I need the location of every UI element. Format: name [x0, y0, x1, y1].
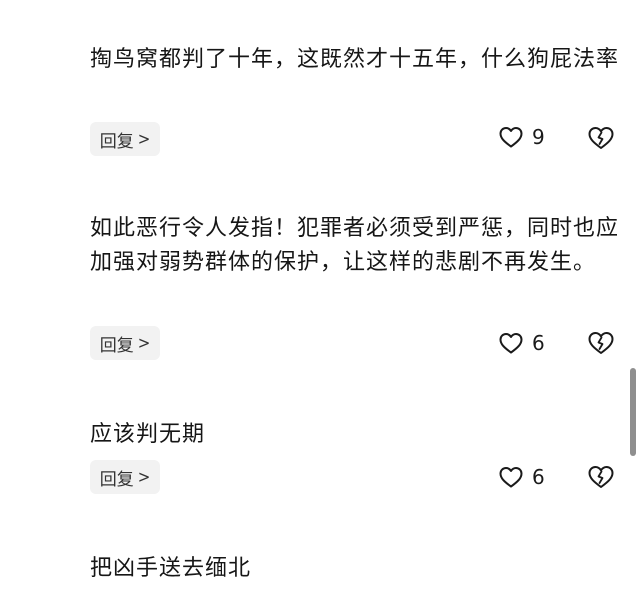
reply-button[interactable]: 回复 > [90, 460, 160, 494]
dislike-button[interactable] [587, 464, 615, 490]
chevron-right-icon: > [137, 333, 151, 353]
dislike-button[interactable] [587, 125, 615, 151]
reply-label: 回复 [99, 335, 134, 356]
reply-label: 回复 [99, 469, 134, 490]
like-button[interactable]: 6 [498, 331, 545, 355]
like-count: 6 [532, 465, 545, 489]
comment-text: 掏鸟窝都判了十年，这既然才十五年，什么狗屁法率 [90, 47, 620, 72]
chevron-right-icon: > [137, 129, 151, 149]
like-button[interactable]: 6 [498, 465, 545, 489]
broken-heart-icon [587, 464, 615, 490]
like-count: 6 [532, 331, 545, 355]
reply-label: 回复 [99, 131, 134, 152]
heart-outline-icon [498, 331, 524, 355]
reply-button[interactable]: 回复 > [90, 122, 160, 156]
like-count: 9 [532, 125, 545, 149]
broken-heart-icon [587, 330, 615, 356]
like-button[interactable]: 9 [498, 125, 545, 149]
heart-outline-icon [498, 125, 524, 149]
dislike-button[interactable] [587, 330, 615, 356]
comment-text: 把凶手送去缅北 [90, 556, 252, 581]
reply-button[interactable]: 回复 > [90, 326, 160, 360]
comment-text: 如此恶行令人发指！犯罪者必须受到严惩，同时也应加强对弱势群体的保护，让这样的悲剧… [90, 216, 620, 275]
broken-heart-icon [587, 125, 615, 151]
heart-outline-icon [498, 465, 524, 489]
chevron-right-icon: > [137, 467, 151, 487]
scrollbar-thumb[interactable] [630, 368, 636, 456]
comment-text: 应该判无期 [90, 422, 206, 447]
